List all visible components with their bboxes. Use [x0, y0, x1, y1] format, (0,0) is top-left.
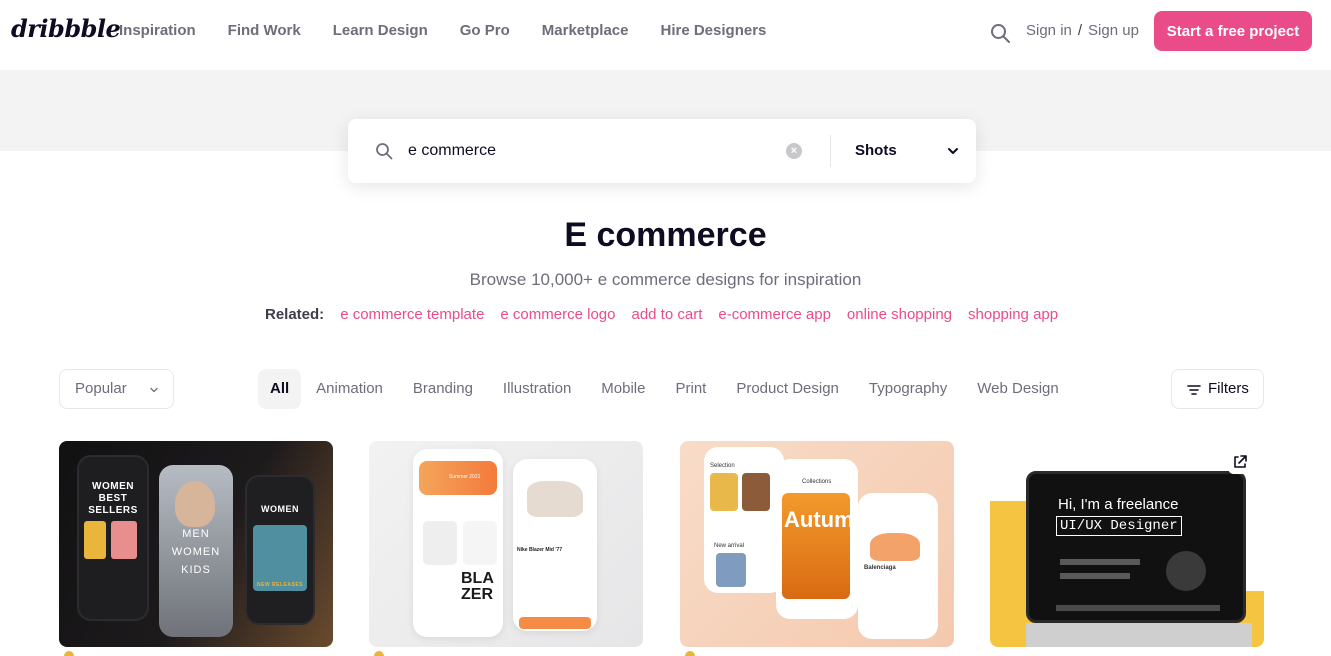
nav-item-go-pro[interactable]: Go Pro	[444, 21, 526, 41]
search-icon	[376, 143, 393, 160]
tab-animation[interactable]: Animation	[301, 369, 398, 409]
placeholder-line	[1056, 605, 1220, 611]
search-bar: × Shots	[348, 119, 976, 183]
avatar[interactable]	[64, 651, 74, 656]
shot-card[interactable]: Summer 2021 BLA ZER Nike Blazer Mid '77	[369, 441, 643, 647]
shot-text: Hi, I'm a freelance	[1058, 496, 1179, 513]
placeholder-line	[1060, 559, 1140, 565]
shot-text: NEW RELEASES	[256, 582, 303, 588]
related-link[interactable]: e-commerce app	[718, 306, 831, 324]
avatar[interactable]	[685, 651, 695, 656]
sneaker-image	[527, 481, 583, 517]
related-searches: Related: e commerce template e commerce …	[265, 306, 1074, 324]
shot-card[interactable]: Selection New arrival Collections Autumn…	[680, 441, 954, 647]
shot-text: New arrival	[714, 543, 745, 549]
sort-dropdown[interactable]: Popular	[59, 369, 174, 409]
tab-typography[interactable]: Typography	[854, 369, 962, 409]
filter-icon	[1187, 385, 1201, 395]
related-link[interactable]: e commerce logo	[500, 306, 615, 324]
avatar[interactable]	[374, 651, 384, 656]
shot-text: Balenciaga	[864, 565, 896, 571]
auth-separator: /	[1077, 22, 1083, 39]
avatar-placeholder	[1166, 551, 1206, 591]
tab-all[interactable]: All	[258, 369, 302, 409]
search-input[interactable]	[408, 137, 778, 165]
search-icon[interactable]	[990, 23, 1011, 44]
sign-in-link[interactable]: Sign in	[1026, 22, 1072, 39]
search-type-select[interactable]: Shots	[855, 141, 897, 161]
external-link-icon[interactable]	[1228, 450, 1252, 474]
shot-text: WOMEN BEST SELLERS	[88, 481, 138, 516]
related-link[interactable]: shopping app	[968, 306, 1058, 324]
shot-card[interactable]: Hi, I'm a freelance UI/UX Designer	[990, 441, 1264, 647]
product-thumb	[710, 473, 738, 511]
product-thumb	[84, 521, 106, 559]
nav-item-find-work[interactable]: Find Work	[212, 21, 317, 41]
search-divider	[830, 135, 831, 167]
category-tabs: All Animation Branding Illustration Mobi…	[258, 369, 1074, 409]
page-title: E commerce	[564, 216, 767, 254]
product-thumb	[463, 521, 497, 565]
page-subtitle: Browse 10,000+ e commerce designs for in…	[469, 270, 862, 289]
shot-text: KIDS	[181, 564, 211, 576]
nav-item-marketplace[interactable]: Marketplace	[526, 21, 645, 41]
shot-text: Selection	[710, 463, 735, 469]
laptop-screen	[1026, 471, 1246, 623]
tab-branding[interactable]: Branding	[398, 369, 488, 409]
nav-item-inspiration[interactable]: Inspiration	[103, 21, 212, 41]
placeholder-line	[1060, 573, 1130, 579]
related-link[interactable]: online shopping	[847, 306, 952, 324]
product-thumb	[742, 473, 770, 511]
tab-print[interactable]: Print	[660, 369, 721, 409]
chevron-down-icon[interactable]	[947, 145, 959, 157]
chevron-down-icon	[150, 387, 158, 393]
add-to-cart-bar	[519, 617, 591, 629]
shot-text: Collections	[802, 479, 832, 485]
filters-button[interactable]: Filters	[1171, 369, 1264, 409]
product-thumb	[716, 553, 746, 587]
shot-text: BLA ZER	[461, 570, 494, 603]
main-nav: Inspiration Find Work Learn Design Go Pr…	[103, 21, 782, 41]
shoe-image	[870, 533, 920, 561]
keyboard	[1026, 623, 1252, 647]
top-navigation-bar: dribbble Inspiration Find Work Learn Des…	[0, 0, 1331, 70]
start-free-project-button[interactable]: Start a free project	[1154, 11, 1312, 51]
nav-item-learn-design[interactable]: Learn Design	[317, 21, 444, 41]
related-label: Related:	[265, 306, 325, 323]
related-link[interactable]: add to cart	[631, 306, 702, 324]
auth-links: Sign in / Sign up	[1026, 21, 1139, 41]
shot-card[interactable]: WOMEN BEST SELLERS MEN WOMEN KIDS WOMEN …	[59, 441, 333, 647]
filters-label: Filters	[1208, 380, 1249, 397]
sign-up-link[interactable]: Sign up	[1088, 22, 1139, 39]
shot-text: Autumn	[784, 507, 868, 532]
sort-label: Popular	[75, 380, 127, 397]
tab-mobile[interactable]: Mobile	[586, 369, 660, 409]
tab-product-design[interactable]: Product Design	[721, 369, 854, 409]
tab-web-design[interactable]: Web Design	[962, 369, 1073, 409]
model-image	[175, 481, 215, 527]
related-link[interactable]: e commerce template	[340, 306, 484, 324]
shot-text: WOMEN	[261, 504, 299, 514]
nav-item-hire-designers[interactable]: Hire Designers	[645, 21, 783, 41]
tab-illustration[interactable]: Illustration	[488, 369, 586, 409]
product-thumb	[111, 521, 137, 559]
shot-text: UI/UX Designer	[1056, 516, 1182, 536]
shot-text: Nike Blazer Mid '77	[517, 547, 563, 553]
product-thumb	[423, 521, 457, 565]
shot-text: Summer 2021	[449, 474, 481, 480]
clear-search-icon[interactable]: ×	[786, 143, 802, 159]
